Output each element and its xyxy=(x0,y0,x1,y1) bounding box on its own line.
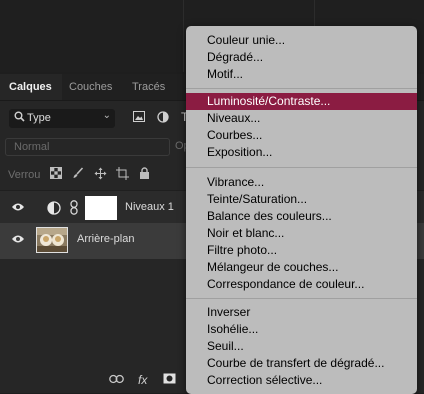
link-icon[interactable] xyxy=(109,373,124,387)
tab-couches[interactable]: Couches xyxy=(64,74,122,100)
panel-divider xyxy=(183,0,184,72)
menu-item-motif[interactable]: Motif... xyxy=(186,66,417,83)
menu-item-balance-couleurs[interactable]: Balance des couleurs... xyxy=(186,208,417,225)
menu-item-degrade[interactable]: Dégradé... xyxy=(186,49,417,66)
lock-transparency-icon[interactable] xyxy=(50,167,62,182)
menu-item-teinte-saturation[interactable]: Teinte/Saturation... xyxy=(186,191,417,208)
menu-item-correction-selective[interactable]: Correction sélective... xyxy=(186,372,417,389)
new-adjustment-layer-menu: Couleur unie... Dégradé... Motif... Lumi… xyxy=(186,26,417,394)
levels-adjustment-icon xyxy=(47,201,61,215)
chain-link-icon[interactable] xyxy=(70,200,78,218)
menu-item-seuil[interactable]: Seuil... xyxy=(186,338,417,355)
menu-item-courbes[interactable]: Courbes... xyxy=(186,127,417,144)
layer-name[interactable]: Niveaux 1 xyxy=(125,201,174,213)
adjustment-filter-icon[interactable] xyxy=(157,111,169,123)
menu-separator xyxy=(186,298,417,299)
menu-item-vibrance[interactable]: Vibrance... xyxy=(186,174,417,191)
blend-mode-value: Normal xyxy=(14,141,50,153)
menu-separator xyxy=(186,167,417,168)
menu-item-exposition[interactable]: Exposition... xyxy=(186,144,417,161)
image-filter-icon[interactable] xyxy=(133,111,145,123)
layer-mask-thumbnail[interactable] xyxy=(85,196,117,220)
menu-item-niveaux[interactable]: Niveaux... xyxy=(186,110,417,127)
visibility-eye-icon[interactable] xyxy=(11,234,25,244)
filter-type-select[interactable]: Type ⌄ xyxy=(9,109,115,128)
menu-item-inverser[interactable]: Inverser xyxy=(186,304,417,321)
menu-item-correspondance-couleur[interactable]: Correspondance de couleur... xyxy=(186,276,417,293)
artboard-icon[interactable] xyxy=(116,167,129,183)
menu-item-couleur-unie[interactable]: Couleur unie... xyxy=(186,32,417,49)
menu-item-luminosite-contraste[interactable]: Luminosité/Contraste... xyxy=(186,93,417,110)
chevron-down-icon: ⌄ xyxy=(102,110,111,121)
mask-icon[interactable] xyxy=(163,373,176,387)
menu-item-courbe-transfert-degrade[interactable]: Courbe de transfert de dégradé... xyxy=(186,355,417,372)
visibility-eye-icon[interactable] xyxy=(11,202,25,212)
search-icon xyxy=(14,111,25,125)
menu-item-isohelie[interactable]: Isohélie... xyxy=(186,321,417,338)
brush-icon[interactable] xyxy=(72,167,84,182)
menu-item-noir-et-blanc[interactable]: Noir et blanc... xyxy=(186,225,417,242)
filter-type-label: Type xyxy=(27,112,51,124)
lock-label: Verrou xyxy=(8,169,41,181)
layer-name[interactable]: Arrière-plan xyxy=(77,233,134,245)
lock-icon[interactable] xyxy=(139,167,150,182)
menu-item-melangeur-couches[interactable]: Mélangeur de couches... xyxy=(186,259,417,276)
blend-mode-select[interactable]: Normal xyxy=(5,138,170,156)
fx-icon[interactable]: fx xyxy=(138,373,147,387)
tab-traces[interactable]: Tracés xyxy=(126,74,176,100)
layer-image-thumbnail[interactable] xyxy=(36,227,68,253)
menu-item-filtre-photo[interactable]: Filtre photo... xyxy=(186,242,417,259)
menu-separator xyxy=(186,88,417,89)
move-icon[interactable] xyxy=(94,167,107,183)
tab-calques[interactable]: Calques xyxy=(0,74,62,100)
